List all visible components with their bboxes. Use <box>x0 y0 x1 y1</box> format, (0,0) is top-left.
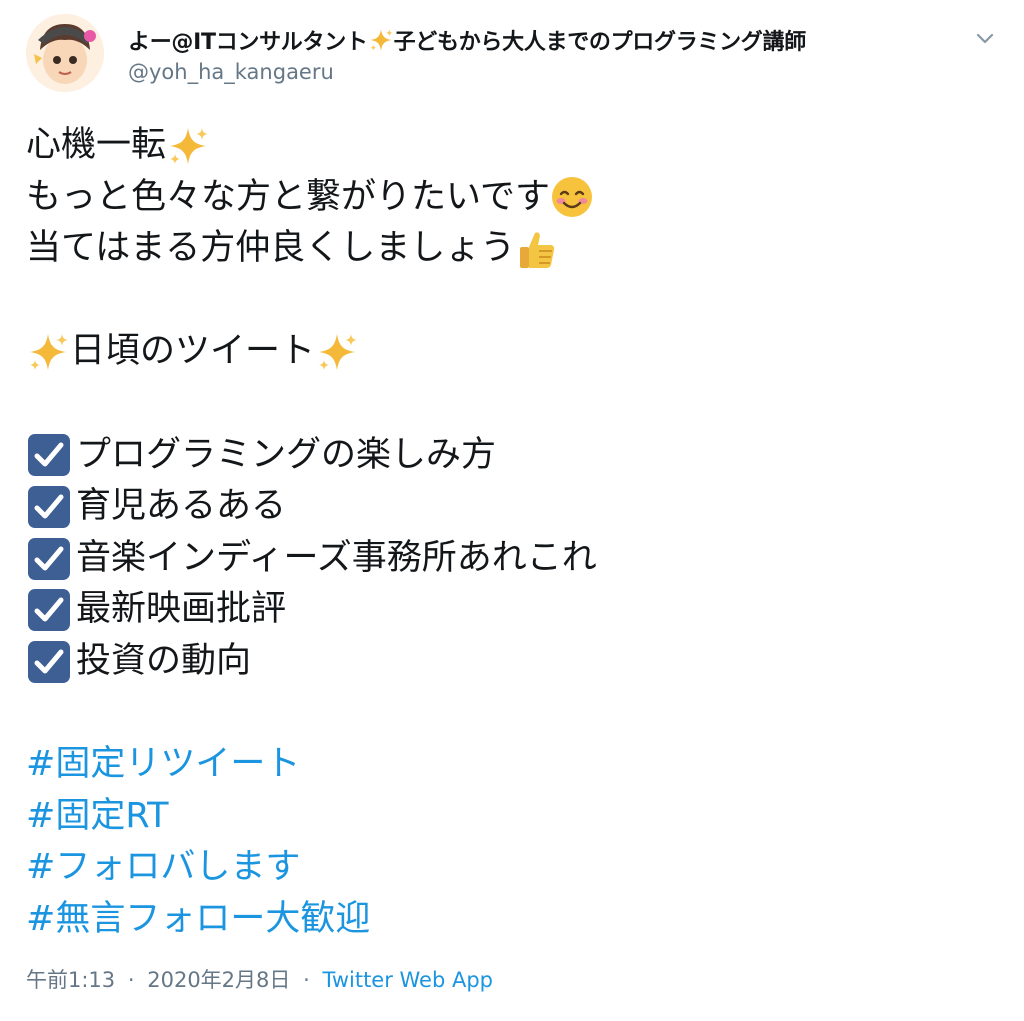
topic-label: 投資の動向 <box>76 640 252 681</box>
tweet-line: 当てはまる方仲良くしましょう <box>26 223 996 275</box>
sparkles-icon <box>368 27 394 53</box>
section-title-text: 日頃のツイート <box>70 331 316 372</box>
hashtag-link[interactable]: #フォロバします <box>26 842 300 894</box>
tweet-time[interactable]: 午前1:13 <box>26 968 115 992</box>
topic-label: 最新映画批評 <box>76 589 287 630</box>
topic-label: プログラミングの楽しみ方 <box>76 434 497 475</box>
hashtag-line: #フォロバします <box>26 842 996 894</box>
section-title: 日頃のツイート <box>26 326 996 378</box>
check-box-icon <box>26 484 72 530</box>
tweet-header: よー@ITコンサルタント 子どもから大人までのプログラミング講師 @yoh_ha_… <box>0 0 1024 110</box>
tweet-text: 心機一転 もっと色々な方と繋がりたいです 当てはまる方仲良くしましょう 日頃のツ… <box>26 120 996 946</box>
topic-item: 最新映画批評 <box>26 584 996 636</box>
topic-item: 音楽インディーズ事務所あれこれ <box>26 533 996 585</box>
tweet-line-text: もっと色々な方と繋がりたいです <box>26 176 550 217</box>
check-box-icon <box>26 587 72 633</box>
sparkles-icon <box>166 124 210 168</box>
topic-label: 育児あるある <box>76 486 287 527</box>
user-handle[interactable]: @yoh_ha_kangaeru <box>128 60 334 84</box>
hashtag-link[interactable]: #無言フォロー大歓迎 <box>26 894 370 946</box>
meta-separator: · <box>127 968 135 992</box>
tweet-line: もっと色々な方と繋がりたいです <box>26 172 996 224</box>
sparkles-icon <box>315 330 359 374</box>
hashtag-line: #無言フォロー大歓迎 <box>26 894 996 946</box>
tweet-line-text: 当てはまる方仲良くしましょう <box>26 228 516 269</box>
meta-separator: · <box>303 968 310 992</box>
check-box-icon <box>26 536 72 582</box>
tweet-meta: 午前1:13 · 2020年2月8日 · Twitter Web App <box>26 964 493 994</box>
topic-item: プログラミングの楽しみ方 <box>26 430 996 482</box>
tweet-date[interactable]: 2020年2月8日 <box>147 968 290 992</box>
hashtag-link[interactable]: #固定RT <box>26 791 168 843</box>
topic-item: 育児あるある <box>26 481 996 533</box>
sparkles-icon <box>26 330 70 374</box>
hashtag-link[interactable]: #固定リツイート <box>26 739 300 791</box>
tweet-line: 心機一転 <box>26 120 996 172</box>
check-box-icon <box>26 432 72 478</box>
topic-item: 投資の動向 <box>26 636 996 688</box>
chevron-down-icon[interactable] <box>970 24 1000 54</box>
check-box-icon <box>26 639 72 685</box>
display-name[interactable]: よー@ITコンサルタント 子どもから大人までのプログラミング講師 <box>128 24 806 56</box>
hashtag-line: #固定リツイート <box>26 739 996 791</box>
tweet-line-text: 心機一転 <box>26 125 167 165</box>
hashtag-line: #固定RT <box>26 791 996 843</box>
tweet-source-link[interactable]: Twitter Web App <box>322 968 493 992</box>
smiling-face-icon <box>550 175 594 219</box>
topic-label: 音楽インディーズ事務所あれこれ <box>76 537 597 578</box>
avatar[interactable] <box>26 14 104 92</box>
thumbs-up-icon <box>515 227 559 271</box>
